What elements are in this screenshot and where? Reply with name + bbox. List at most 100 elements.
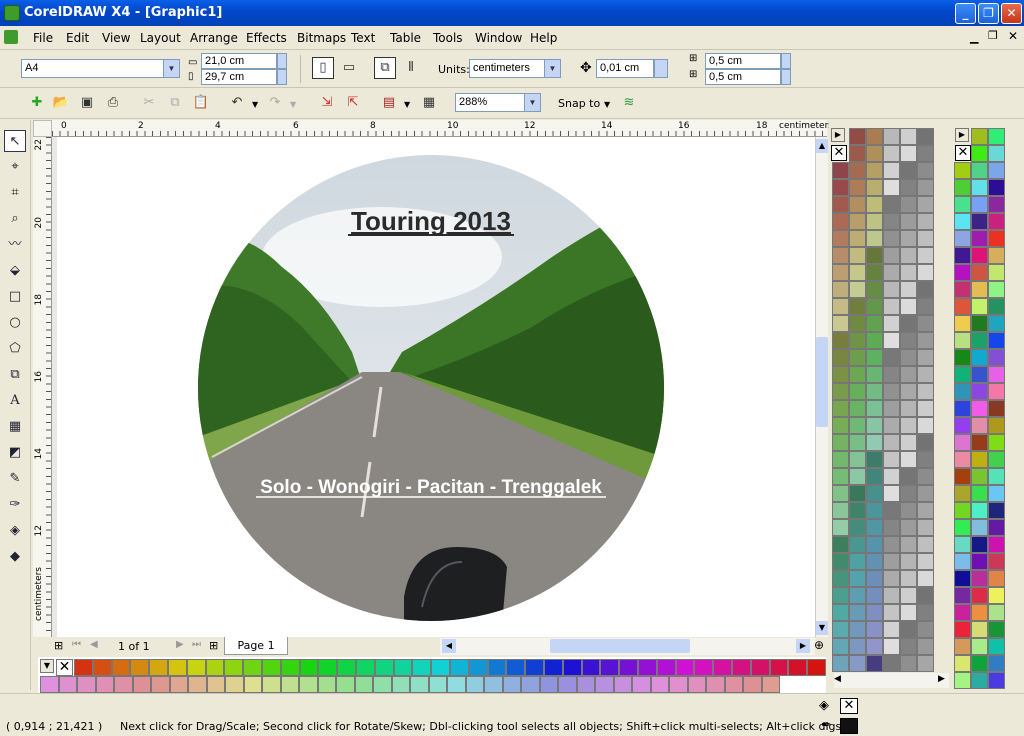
next-page-icon[interactable]: ▶ — [176, 639, 184, 650]
color-swatch[interactable] — [900, 145, 917, 162]
color-swatch[interactable] — [356, 659, 375, 676]
color-swatch[interactable] — [988, 281, 1005, 298]
color-swatch[interactable] — [337, 659, 356, 676]
color-swatch[interactable] — [600, 659, 620, 676]
artwork-route[interactable]: Solo - Wonogiri - Pacitan - Trenggalek — [260, 477, 602, 498]
rectangle-tool-icon[interactable]: □ — [4, 286, 26, 308]
color-swatch[interactable] — [900, 587, 917, 604]
doc-minimize-icon[interactable]: ▁ — [970, 31, 978, 44]
color-swatch[interactable] — [243, 676, 262, 693]
doc-restore-icon[interactable]: ❐ — [988, 29, 998, 42]
color-swatch[interactable] — [917, 196, 934, 213]
menu-edit[interactable]: Edit — [66, 31, 89, 45]
ellipse-tool-icon[interactable]: ○ — [4, 312, 26, 334]
color-swatch[interactable] — [988, 553, 1005, 570]
table-tool-icon[interactable]: ▦ — [4, 416, 26, 438]
color-swatch[interactable] — [900, 281, 917, 298]
scroll-left-icon[interactable]: ◀ — [442, 639, 456, 653]
color-swatch[interactable] — [954, 400, 971, 417]
crop-tool-icon[interactable]: ⌗ — [4, 182, 26, 204]
color-swatch[interactable] — [971, 332, 988, 349]
color-swatch[interactable] — [954, 179, 971, 196]
color-swatch[interactable] — [832, 417, 849, 434]
color-swatch[interactable] — [988, 247, 1005, 264]
color-swatch[interactable] — [971, 179, 988, 196]
color-swatch[interactable] — [40, 676, 59, 693]
color-swatch[interactable] — [971, 621, 988, 638]
color-swatch[interactable] — [807, 659, 826, 676]
menu-view[interactable]: View — [102, 31, 130, 45]
palette-scroll-left-icon[interactable]: ◀ — [834, 674, 841, 684]
color-swatch[interactable] — [900, 366, 917, 383]
color-swatch[interactable] — [883, 417, 900, 434]
copy-icon[interactable]: ⧉ — [164, 92, 186, 114]
color-swatch[interactable] — [988, 638, 1005, 655]
color-swatch[interactable] — [988, 672, 1005, 689]
color-swatch[interactable] — [954, 434, 971, 451]
color-swatch[interactable] — [917, 230, 934, 247]
dropdown-arrow-icon[interactable]: ▼ — [163, 60, 179, 77]
color-swatch[interactable] — [866, 451, 883, 468]
color-swatch[interactable] — [849, 281, 866, 298]
color-swatch[interactable] — [866, 468, 883, 485]
page-height-field[interactable]: 29,7 cm — [201, 69, 277, 85]
color-swatch[interactable] — [988, 570, 1005, 587]
color-swatch[interactable] — [866, 536, 883, 553]
scroll-thumb[interactable] — [816, 337, 828, 427]
color-swatch[interactable] — [954, 672, 971, 689]
color-swatch[interactable] — [971, 604, 988, 621]
color-swatch[interactable] — [917, 485, 934, 502]
application-launcher-icon[interactable]: ▤ — [378, 92, 400, 114]
duplicate-y-field[interactable]: 0,5 cm — [705, 69, 781, 85]
color-swatch[interactable] — [694, 659, 714, 676]
color-swatch[interactable] — [849, 434, 866, 451]
color-swatch[interactable] — [988, 145, 1005, 162]
color-swatch[interactable] — [318, 659, 338, 676]
color-swatch[interactable] — [412, 659, 432, 676]
color-swatch[interactable] — [954, 655, 971, 672]
color-swatch[interactable] — [917, 145, 934, 162]
color-swatch[interactable] — [988, 400, 1005, 417]
color-swatch[interactable] — [832, 247, 849, 264]
color-swatch[interactable] — [393, 659, 413, 676]
undo-icon[interactable]: ↶ — [226, 92, 248, 114]
color-swatch[interactable] — [761, 676, 780, 693]
color-swatch[interactable] — [866, 349, 883, 366]
palette-menu-icon[interactable]: ▼ — [40, 659, 54, 673]
color-swatch[interactable] — [883, 638, 900, 655]
color-swatch[interactable] — [883, 315, 900, 332]
save-icon[interactable]: ▣ — [76, 92, 98, 114]
color-swatch[interactable] — [883, 553, 900, 570]
color-swatch[interactable] — [971, 519, 988, 536]
color-swatch[interactable] — [114, 676, 133, 693]
color-swatch[interactable] — [954, 519, 971, 536]
color-swatch[interactable] — [900, 162, 917, 179]
color-swatch[interactable] — [832, 621, 849, 638]
color-swatch[interactable] — [883, 468, 900, 485]
color-swatch[interactable] — [849, 332, 866, 349]
outline-tool-icon[interactable]: ✑ — [4, 494, 26, 516]
palette-column-b[interactable] — [954, 128, 1022, 689]
polygon-tool-icon[interactable]: ⬠ — [4, 338, 26, 360]
color-swatch[interactable] — [971, 468, 988, 485]
color-swatch[interactable] — [917, 417, 934, 434]
current-page-button[interactable]: ⫴ — [400, 57, 422, 79]
color-swatch[interactable] — [971, 264, 988, 281]
color-swatch[interactable] — [130, 659, 150, 676]
paste-icon[interactable]: 📋 — [190, 92, 212, 114]
color-swatch[interactable] — [971, 655, 988, 672]
color-swatch[interactable] — [866, 179, 883, 196]
color-swatch[interactable] — [917, 604, 934, 621]
portrait-button[interactable]: ▯ — [312, 57, 334, 79]
color-swatch[interactable] — [428, 676, 447, 693]
color-swatch[interactable] — [883, 451, 900, 468]
color-swatch[interactable] — [832, 536, 849, 553]
color-swatch[interactable] — [74, 659, 93, 676]
color-swatch[interactable] — [866, 485, 883, 502]
color-swatch[interactable] — [988, 604, 1005, 621]
menu-arrange[interactable]: Arrange — [190, 31, 238, 45]
color-swatch[interactable] — [373, 676, 392, 693]
color-swatch[interactable] — [92, 659, 112, 676]
scroll-down-icon[interactable]: ▼ — [816, 621, 828, 635]
color-swatch[interactable] — [410, 676, 429, 693]
